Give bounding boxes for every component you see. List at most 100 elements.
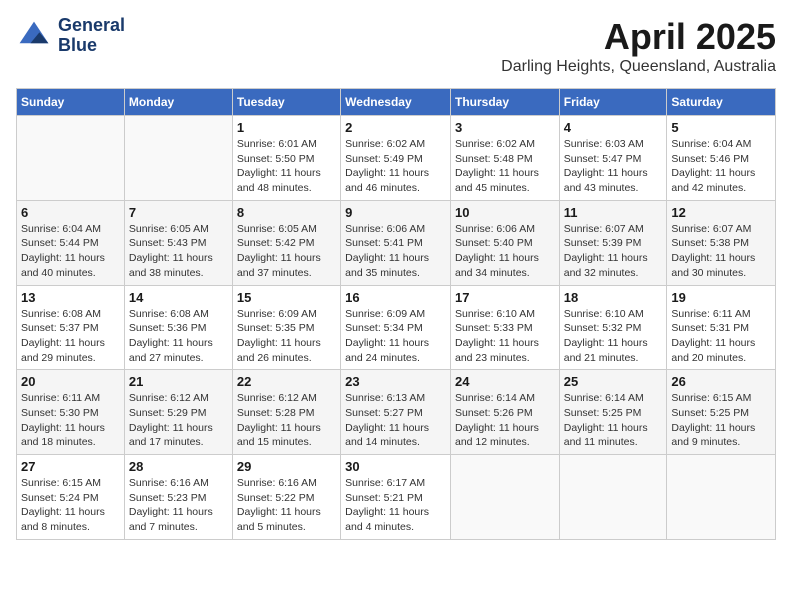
day-number: 28 [129, 459, 228, 474]
day-detail: Sunrise: 6:04 AM Sunset: 5:46 PM Dayligh… [671, 137, 771, 196]
week-row-1: 1 Sunrise: 6:01 AM Sunset: 5:50 PM Daylig… [17, 116, 776, 201]
day-detail: Sunrise: 6:07 AM Sunset: 5:39 PM Dayligh… [564, 222, 663, 281]
day-detail: Sunrise: 6:12 AM Sunset: 5:28 PM Dayligh… [237, 391, 336, 450]
calendar-cell: 9 Sunrise: 6:06 AM Sunset: 5:41 PM Daylig… [341, 200, 451, 285]
day-number: 18 [564, 290, 663, 305]
logo-icon [16, 18, 52, 54]
day-detail: Sunrise: 6:02 AM Sunset: 5:49 PM Dayligh… [345, 137, 446, 196]
day-number: 22 [237, 374, 336, 389]
calendar-cell [17, 116, 125, 201]
day-number: 9 [345, 205, 446, 220]
page-header: General Blue April 2025 Darling Heights,… [16, 16, 776, 76]
calendar-cell: 23Sunrise: 6:13 AM Sunset: 5:27 PM Dayli… [341, 370, 451, 455]
day-detail: Sunrise: 6:10 AM Sunset: 5:32 PM Dayligh… [564, 307, 663, 366]
week-row-5: 27 Sunrise: 6:15 AM Sunset: 5:24 PM Dayli… [17, 455, 776, 540]
calendar-table: SundayMondayTuesdayWednesdayThursdayFrid… [16, 88, 776, 540]
day-detail: Sunrise: 6:10 AM Sunset: 5:33 PM Dayligh… [455, 307, 555, 366]
day-number: 8 [237, 205, 336, 220]
day-detail: Sunrise: 6:16 AM Sunset: 5:22 PM Dayligh… [237, 476, 336, 535]
calendar-cell [559, 455, 667, 540]
day-detail: Sunrise: 6:14 AM Sunset: 5:25 PM Dayligh… [564, 391, 663, 450]
day-detail: Sunrise: 6:09 AM Sunset: 5:34 PM Dayligh… [345, 307, 446, 366]
day-detail: Sunrise: 6:15 AM Sunset: 5:25 PM Dayligh… [671, 391, 771, 450]
day-number: 27 [21, 459, 120, 474]
calendar-cell: 19 Sunrise: 6:11 AM Sunset: 5:31 PM Dayli… [667, 285, 776, 370]
logo: General Blue [16, 16, 125, 56]
day-number: 1 [237, 120, 336, 135]
calendar-cell: 5 Sunrise: 6:04 AM Sunset: 5:46 PM Daylig… [667, 116, 776, 201]
calendar-cell: 22 Sunrise: 6:12 AM Sunset: 5:28 PM Dayli… [232, 370, 340, 455]
day-number: 26 [671, 374, 771, 389]
day-number: 12 [671, 205, 771, 220]
day-detail: Sunrise: 6:11 AM Sunset: 5:30 PM Dayligh… [21, 391, 120, 450]
day-number: 30 [345, 459, 446, 474]
day-number: 2 [345, 120, 446, 135]
day-detail: Sunrise: 6:02 AM Sunset: 5:48 PM Dayligh… [455, 137, 555, 196]
weekday-header-tuesday: Tuesday [232, 89, 340, 116]
day-detail: Sunrise: 6:06 AM Sunset: 5:40 PM Dayligh… [455, 222, 555, 281]
logo-text: General Blue [58, 16, 125, 56]
calendar-cell [124, 116, 232, 201]
day-number: 24 [455, 374, 555, 389]
weekday-header-thursday: Thursday [450, 89, 559, 116]
day-detail: Sunrise: 6:08 AM Sunset: 5:36 PM Dayligh… [129, 307, 228, 366]
day-detail: Sunrise: 6:01 AM Sunset: 5:50 PM Dayligh… [237, 137, 336, 196]
day-detail: Sunrise: 6:04 AM Sunset: 5:44 PM Dayligh… [21, 222, 120, 281]
week-row-4: 20 Sunrise: 6:11 AM Sunset: 5:30 PM Dayli… [17, 370, 776, 455]
calendar-cell: 15 Sunrise: 6:09 AM Sunset: 5:35 PM Dayli… [232, 285, 340, 370]
day-number: 5 [671, 120, 771, 135]
calendar-cell: 18 Sunrise: 6:10 AM Sunset: 5:32 PM Dayli… [559, 285, 667, 370]
day-detail: Sunrise: 6:07 AM Sunset: 5:38 PM Dayligh… [671, 222, 771, 281]
weekday-header-saturday: Saturday [667, 89, 776, 116]
calendar-cell: 12 Sunrise: 6:07 AM Sunset: 5:38 PM Dayli… [667, 200, 776, 285]
calendar-cell: 25Sunrise: 6:14 AM Sunset: 5:25 PM Dayli… [559, 370, 667, 455]
calendar-cell: 4Sunrise: 6:03 AM Sunset: 5:47 PM Daylig… [559, 116, 667, 201]
calendar-cell: 7Sunrise: 6:05 AM Sunset: 5:43 PM Daylig… [124, 200, 232, 285]
calendar-cell: 11 Sunrise: 6:07 AM Sunset: 5:39 PM Dayli… [559, 200, 667, 285]
day-detail: Sunrise: 6:08 AM Sunset: 5:37 PM Dayligh… [21, 307, 120, 366]
calendar-cell: 16 Sunrise: 6:09 AM Sunset: 5:34 PM Dayli… [341, 285, 451, 370]
day-number: 23 [345, 374, 446, 389]
calendar-cell: 10 Sunrise: 6:06 AM Sunset: 5:40 PM Dayli… [450, 200, 559, 285]
day-number: 10 [455, 205, 555, 220]
header-row: SundayMondayTuesdayWednesdayThursdayFrid… [17, 89, 776, 116]
calendar-cell: 21 Sunrise: 6:12 AM Sunset: 5:29 PM Dayli… [124, 370, 232, 455]
day-number: 16 [345, 290, 446, 305]
day-number: 11 [564, 205, 663, 220]
calendar-cell: 6Sunrise: 6:04 AM Sunset: 5:44 PM Daylig… [17, 200, 125, 285]
location-title: Darling Heights, Queensland, Australia [501, 58, 776, 76]
calendar-cell [667, 455, 776, 540]
calendar-cell: 20 Sunrise: 6:11 AM Sunset: 5:30 PM Dayli… [17, 370, 125, 455]
calendar-cell: 1 Sunrise: 6:01 AM Sunset: 5:50 PM Daylig… [232, 116, 340, 201]
day-detail: Sunrise: 6:06 AM Sunset: 5:41 PM Dayligh… [345, 222, 446, 281]
day-detail: Sunrise: 6:11 AM Sunset: 5:31 PM Dayligh… [671, 307, 771, 366]
day-number: 29 [237, 459, 336, 474]
day-number: 15 [237, 290, 336, 305]
day-detail: Sunrise: 6:03 AM Sunset: 5:47 PM Dayligh… [564, 137, 663, 196]
day-number: 13 [21, 290, 120, 305]
day-number: 17 [455, 290, 555, 305]
weekday-header-sunday: Sunday [17, 89, 125, 116]
day-number: 20 [21, 374, 120, 389]
calendar-cell: 17 Sunrise: 6:10 AM Sunset: 5:33 PM Dayli… [450, 285, 559, 370]
day-number: 3 [455, 120, 555, 135]
calendar-cell: 14 Sunrise: 6:08 AM Sunset: 5:36 PM Dayli… [124, 285, 232, 370]
day-detail: Sunrise: 6:15 AM Sunset: 5:24 PM Dayligh… [21, 476, 120, 535]
calendar-cell: 26 Sunrise: 6:15 AM Sunset: 5:25 PM Dayli… [667, 370, 776, 455]
calendar-cell: 13 Sunrise: 6:08 AM Sunset: 5:37 PM Dayli… [17, 285, 125, 370]
day-detail: Sunrise: 6:17 AM Sunset: 5:21 PM Dayligh… [345, 476, 446, 535]
day-detail: Sunrise: 6:09 AM Sunset: 5:35 PM Dayligh… [237, 307, 336, 366]
week-row-2: 6Sunrise: 6:04 AM Sunset: 5:44 PM Daylig… [17, 200, 776, 285]
weekday-header-friday: Friday [559, 89, 667, 116]
day-detail: Sunrise: 6:05 AM Sunset: 5:43 PM Dayligh… [129, 222, 228, 281]
calendar-cell: 8Sunrise: 6:05 AM Sunset: 5:42 PM Daylig… [232, 200, 340, 285]
calendar-cell: 30 Sunrise: 6:17 AM Sunset: 5:21 PM Dayli… [341, 455, 451, 540]
calendar-cell: 29 Sunrise: 6:16 AM Sunset: 5:22 PM Dayli… [232, 455, 340, 540]
day-number: 14 [129, 290, 228, 305]
day-detail: Sunrise: 6:12 AM Sunset: 5:29 PM Dayligh… [129, 391, 228, 450]
day-number: 21 [129, 374, 228, 389]
day-number: 19 [671, 290, 771, 305]
calendar-cell: 28Sunrise: 6:16 AM Sunset: 5:23 PM Dayli… [124, 455, 232, 540]
month-title: April 2025 [501, 16, 776, 58]
calendar-cell: 27 Sunrise: 6:15 AM Sunset: 5:24 PM Dayli… [17, 455, 125, 540]
